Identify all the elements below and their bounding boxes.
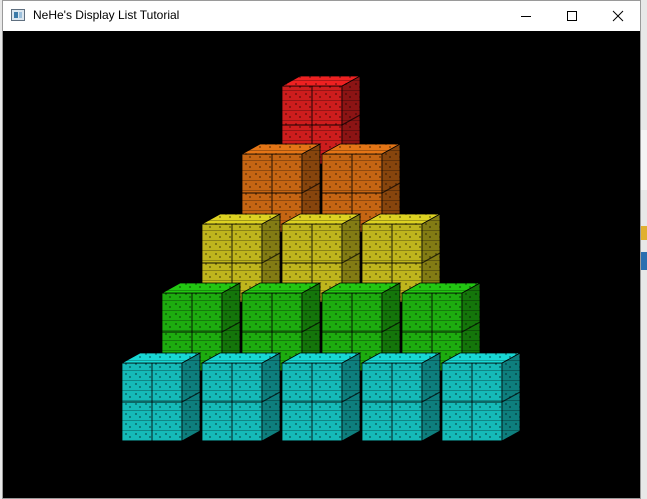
cube-bottom-4	[360, 352, 442, 442]
application-window-icon[interactable]	[11, 9, 25, 21]
close-icon	[612, 10, 624, 22]
cube-bottom-3	[280, 352, 362, 442]
minimize-button[interactable]	[503, 1, 549, 31]
desktop-background	[641, 130, 647, 190]
desktop-background	[641, 226, 647, 240]
maximize-icon	[567, 11, 577, 21]
window-title: NeHe's Display List Tutorial	[33, 8, 180, 22]
minimize-icon	[521, 16, 531, 17]
maximize-button[interactable]	[549, 1, 595, 31]
cube-bottom-1	[120, 352, 202, 442]
cube-bottom-2	[200, 352, 282, 442]
title-bar[interactable]: NeHe's Display List Tutorial	[3, 1, 640, 31]
desktop-background	[641, 252, 647, 270]
opengl-viewport[interactable]	[3, 31, 640, 498]
cube-pyramid-scene	[120, 75, 522, 442]
app-window: NeHe's Display List Tutorial	[2, 0, 641, 499]
close-button[interactable]	[595, 1, 641, 31]
cube-bottom-5	[440, 352, 522, 442]
